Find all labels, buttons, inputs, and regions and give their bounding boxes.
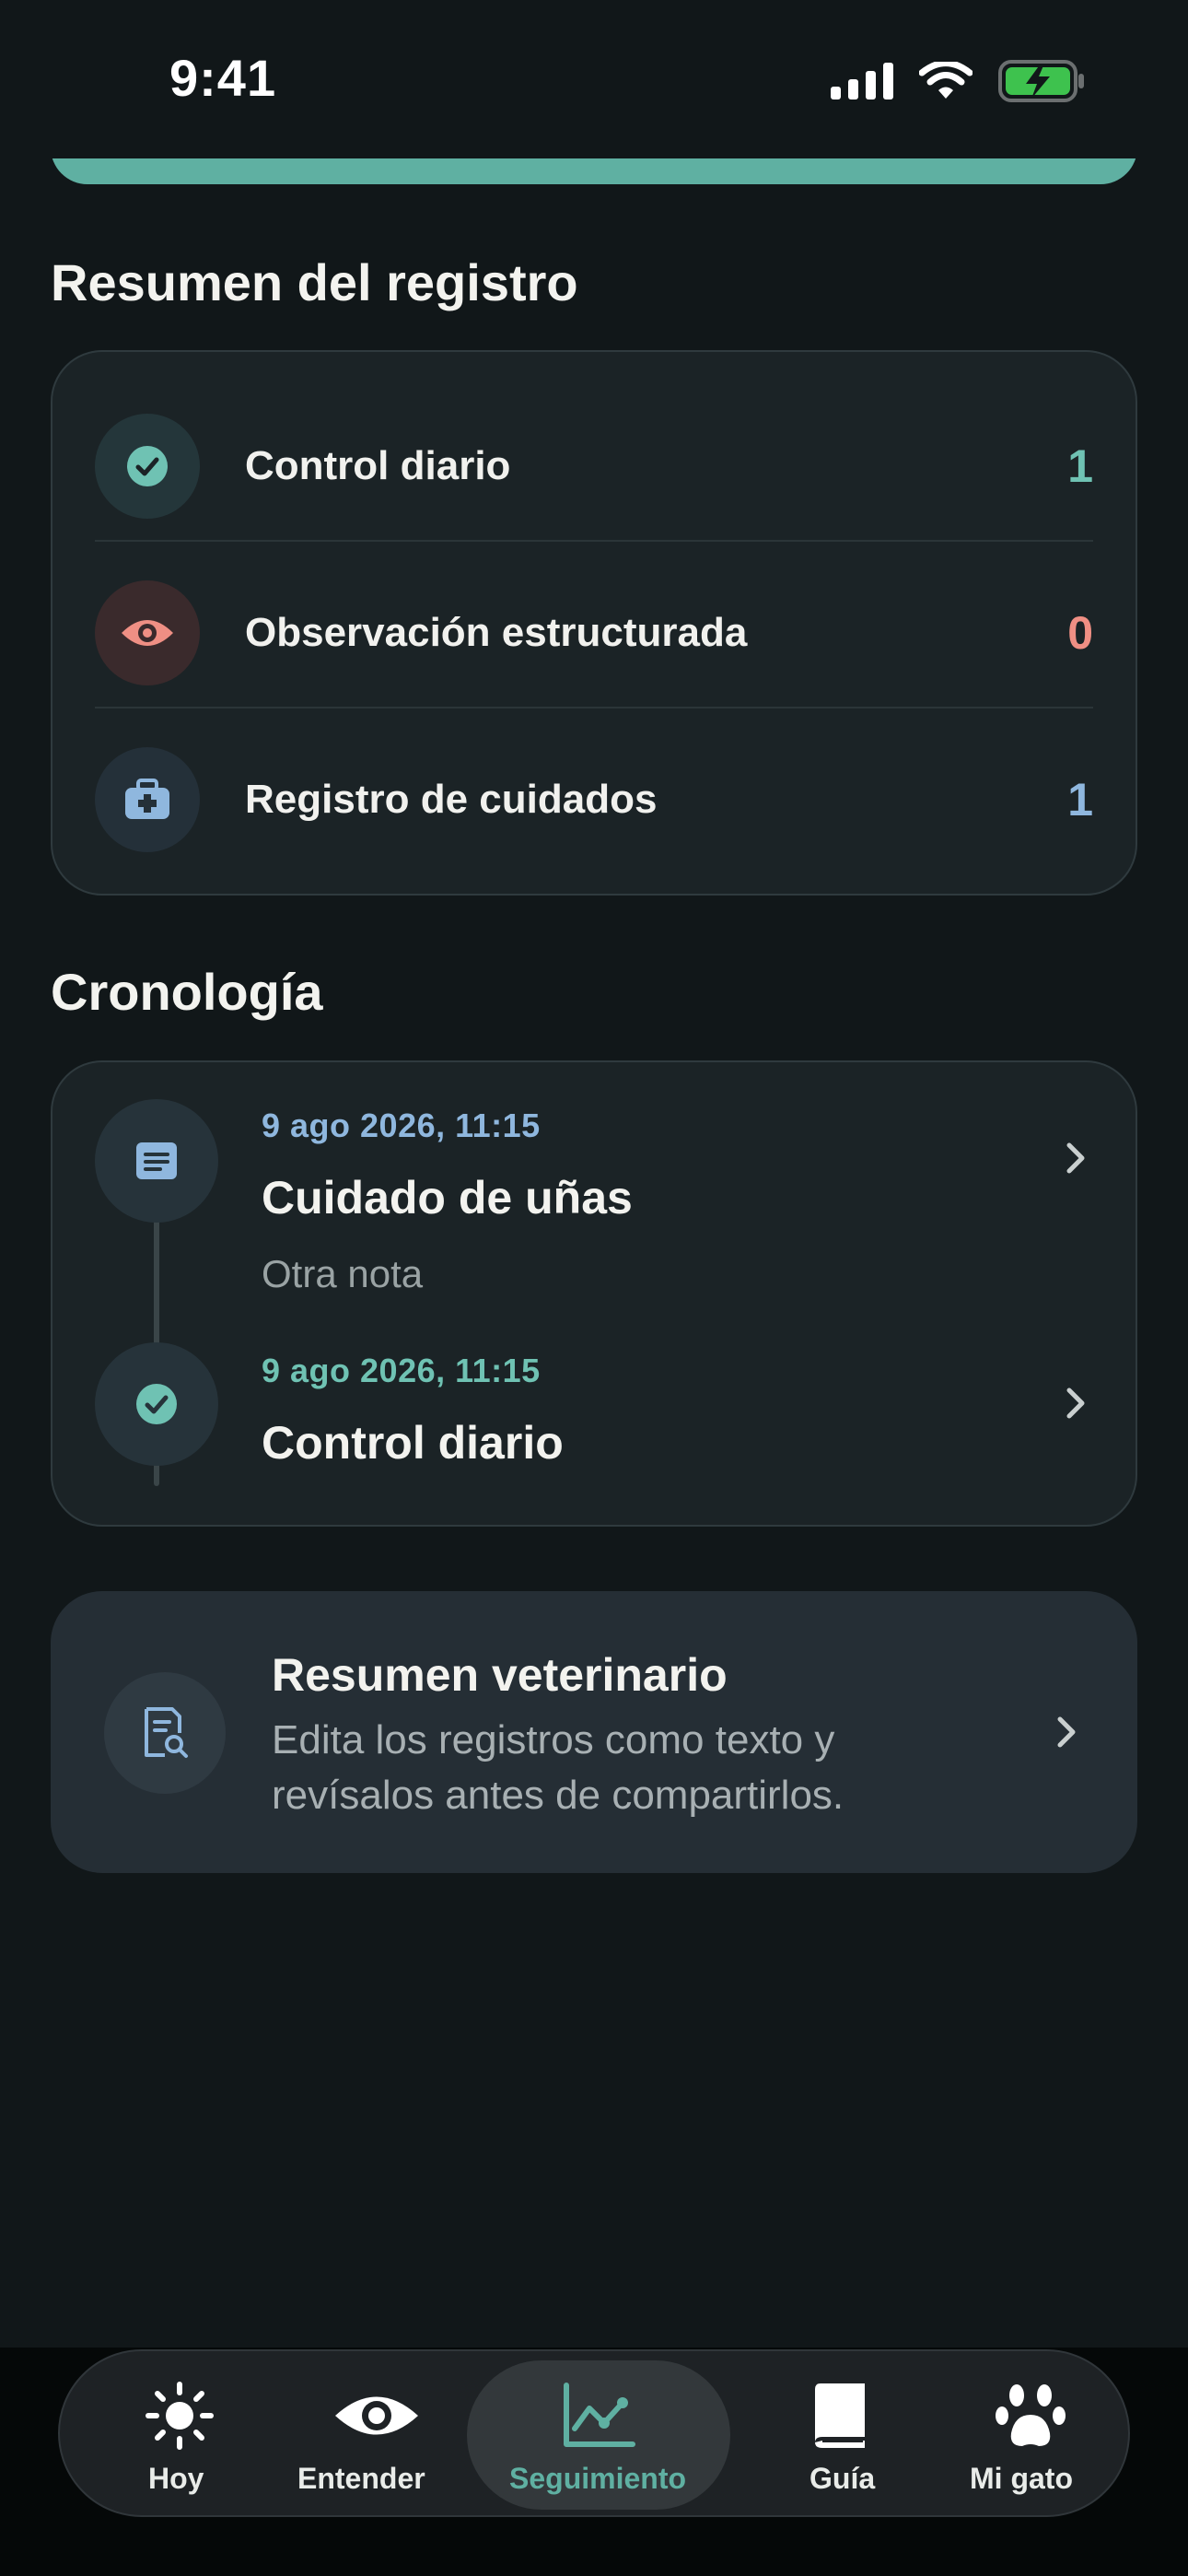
tab-label: Seguimiento	[509, 2462, 687, 2495]
tab-guia[interactable]: Guía	[760, 2351, 922, 2519]
tab-label: Entender	[297, 2462, 425, 2495]
tab-entender[interactable]: Entender	[290, 2351, 474, 2519]
status-bar: 9:41	[0, 0, 1188, 157]
vet-summary-card[interactable]: Resumen veterinario Edita los registros …	[51, 1591, 1137, 1873]
summary-card: Control diario 1 Observación estructurad…	[51, 350, 1137, 896]
divider	[95, 540, 1093, 542]
tab-hoy[interactable]: Hoy	[97, 2351, 259, 2519]
timeline-item-note: Otra nota	[262, 1252, 424, 1295]
tab-mi-gato[interactable]: Mi gato	[953, 2351, 1115, 2519]
divider	[95, 707, 1093, 708]
summary-title: Resumen del registro	[51, 253, 578, 311]
timeline-date: 9 ago 2026, 11:15	[262, 1107, 541, 1144]
summary-row-cuidados[interactable]: Registro de cuidados 1	[52, 717, 1136, 883]
check-circle-icon	[95, 414, 200, 519]
wifi-icon	[919, 62, 973, 99]
summary-row-label: Control diario	[245, 443, 511, 488]
chevron-right-icon	[1066, 1142, 1085, 1174]
summary-row-label: Observación estructurada	[245, 610, 748, 655]
note-icon	[95, 1099, 218, 1223]
cellular-signal-icon	[831, 63, 893, 100]
sun-icon	[143, 2379, 216, 2453]
screen: 9:41 Resumen del registro Control diario…	[0, 0, 1188, 2576]
status-icons	[831, 59, 1085, 103]
eye-icon	[95, 580, 200, 685]
chevron-right-icon	[1057, 1716, 1076, 1748]
chevron-right-icon	[1066, 1388, 1085, 1419]
summary-row-observacion[interactable]: Observación estructurada 0	[52, 550, 1136, 716]
tab-seguimiento[interactable]: Seguimiento	[467, 2351, 730, 2519]
timeline-item-title: Cuidado de uñas	[262, 1172, 633, 1224]
tab-label: Mi gato	[970, 2462, 1073, 2495]
summary-row-count: 1	[1067, 440, 1093, 492]
paw-icon	[992, 2379, 1069, 2453]
summary-row-control-diario[interactable]: Control diario 1	[52, 383, 1136, 549]
eye-icon	[331, 2379, 423, 2453]
vet-summary-title: Resumen veterinario	[272, 1649, 728, 1701]
document-search-icon	[104, 1672, 226, 1794]
medical-kit-icon	[95, 747, 200, 852]
tab-label: Hoy	[148, 2462, 204, 2495]
timeline-card: 9 ago 2026, 11:15 Cuidado de uñas Otra n…	[51, 1060, 1137, 1527]
chart-icon	[559, 2379, 638, 2453]
check-circle-icon	[95, 1342, 218, 1466]
summary-row-count: 0	[1067, 607, 1093, 659]
book-icon	[808, 2379, 872, 2453]
summary-row-count: 1	[1067, 774, 1093, 825]
tab-bar: Hoy Entender Seguimiento Guía Mi gato	[58, 2349, 1130, 2517]
timeline-date: 9 ago 2026, 11:15	[262, 1352, 541, 1389]
timeline-item-title: Control diario	[262, 1417, 564, 1469]
vet-summary-description: Edita los registros como texto y revísal…	[272, 1717, 844, 1818]
status-time: 9:41	[169, 49, 277, 107]
battery-charging-icon	[998, 60, 1084, 102]
timeline-title: Cronología	[51, 963, 323, 1021]
tab-label: Guía	[809, 2462, 876, 2495]
summary-row-label: Registro de cuidados	[245, 777, 658, 822]
